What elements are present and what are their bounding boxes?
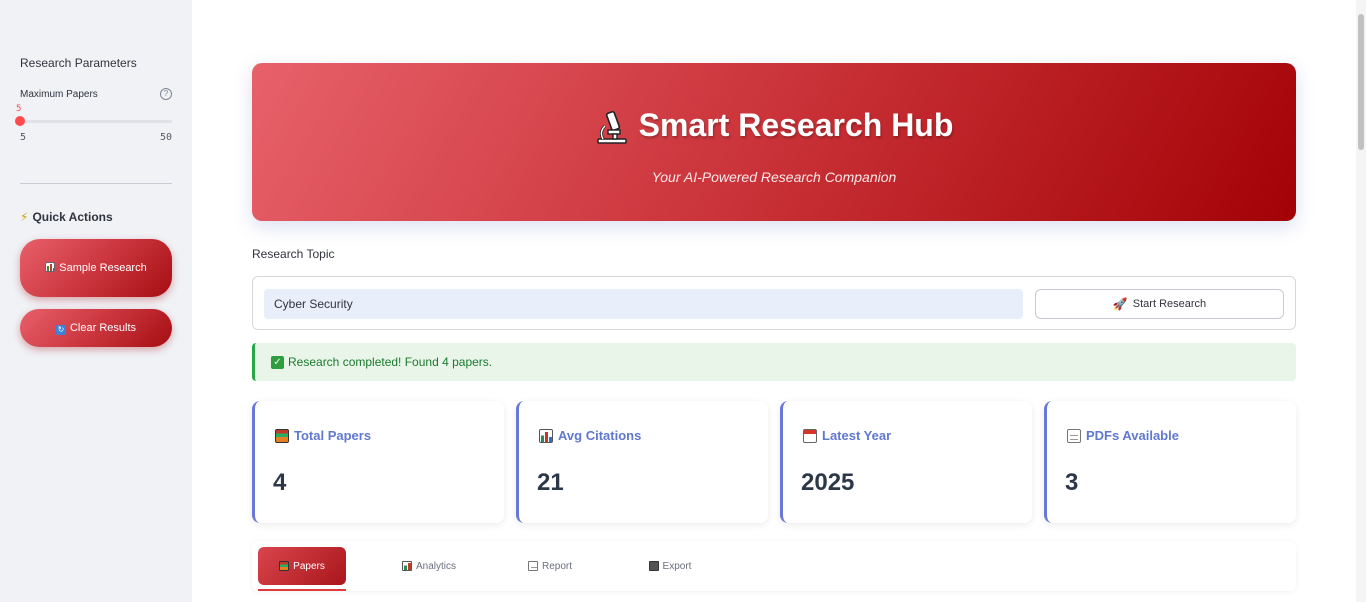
bar-chart-icon bbox=[45, 262, 56, 272]
tab-label: Export bbox=[662, 560, 692, 572]
start-research-label: Start Research bbox=[1132, 298, 1207, 310]
refresh-icon: ↻ bbox=[55, 325, 66, 335]
metric-title: Total Papers bbox=[294, 428, 372, 443]
success-alert: ✓ Research completed! Found 4 papers. bbox=[252, 343, 1296, 381]
slider-max-value: 50 bbox=[160, 132, 173, 143]
metric-card-pdfs-available: PDFs Available 3 bbox=[1044, 401, 1296, 523]
hero-subtitle: Your AI-Powered Research Companion bbox=[651, 169, 897, 185]
metric-title: Avg Citations bbox=[558, 428, 642, 443]
slider-track[interactable] bbox=[20, 120, 172, 123]
rocket-icon: 🚀 bbox=[1112, 297, 1128, 311]
bar-chart-icon bbox=[539, 428, 553, 443]
metric-card-avg-citations: Avg Citations 21 bbox=[516, 401, 768, 523]
tabs-bar: Papers Analytics Report Export bbox=[252, 541, 1296, 591]
metric-title: PDFs Available bbox=[1086, 428, 1179, 443]
metric-card-total-papers: Total Papers 4 bbox=[252, 401, 504, 523]
tab-papers[interactable]: Papers bbox=[258, 547, 346, 585]
metric-value: 2025 bbox=[801, 469, 855, 496]
calendar-icon bbox=[803, 428, 817, 443]
page-scrollbar[interactable] bbox=[1356, 0, 1366, 602]
metric-title: Latest Year bbox=[822, 428, 892, 443]
books-icon bbox=[279, 561, 290, 571]
clear-results-label: Clear Results bbox=[69, 322, 137, 334]
memo-icon bbox=[527, 561, 538, 571]
sample-research-button[interactable]: Sample Research bbox=[20, 239, 172, 297]
scrollbar-thumb[interactable] bbox=[1358, 14, 1364, 150]
tab-report[interactable]: Report bbox=[514, 547, 586, 585]
floppy-disk-icon bbox=[648, 561, 659, 571]
tab-label: Report bbox=[541, 560, 572, 572]
bar-chart-icon bbox=[401, 561, 412, 571]
tab-label: Analytics bbox=[415, 560, 456, 572]
parameters-title: Research Parameters bbox=[20, 56, 137, 70]
hero-banner: Smart Research Hub Your AI-Powered Resea… bbox=[252, 63, 1296, 221]
research-form: 🚀 Start Research bbox=[252, 276, 1296, 330]
success-message: Research completed! Found 4 papers. bbox=[288, 355, 493, 369]
tab-export[interactable]: Export bbox=[634, 547, 706, 585]
sidebar: Research Parameters Maximum Papers ? 5 5… bbox=[0, 0, 192, 602]
start-research-button[interactable]: 🚀 Start Research bbox=[1035, 289, 1284, 319]
slider-min-value: 5 bbox=[20, 132, 27, 143]
books-icon bbox=[275, 428, 289, 443]
slider-thumb[interactable] bbox=[15, 116, 25, 126]
research-topic-label: Research Topic bbox=[252, 247, 335, 261]
hero-title-row: Smart Research Hub bbox=[252, 107, 1296, 144]
hero-title: Smart Research Hub bbox=[638, 107, 954, 143]
sidebar-divider bbox=[20, 183, 172, 184]
help-circle-icon[interactable]: ? bbox=[160, 88, 172, 100]
metric-value: 4 bbox=[273, 469, 287, 496]
tab-label: Papers bbox=[293, 560, 325, 572]
slider-current-value: 5 bbox=[16, 104, 22, 114]
quick-actions-label: Quick Actions bbox=[32, 210, 113, 224]
clear-results-button[interactable]: ↻ Clear Results bbox=[20, 309, 172, 347]
microscope-icon bbox=[596, 110, 627, 144]
lightning-icon: ⚡ bbox=[20, 210, 29, 224]
check-mark-icon: ✓ bbox=[271, 355, 284, 369]
active-tab-indicator bbox=[258, 589, 346, 591]
metric-value: 21 bbox=[537, 469, 564, 496]
quick-actions-title: ⚡ Quick Actions bbox=[20, 210, 113, 224]
sample-research-label: Sample Research bbox=[59, 262, 147, 274]
research-topic-input[interactable] bbox=[264, 289, 1023, 319]
tab-analytics[interactable]: Analytics bbox=[384, 547, 474, 585]
metric-value: 3 bbox=[1065, 469, 1079, 496]
slider-label: Maximum Papers bbox=[20, 89, 98, 100]
page-icon bbox=[1067, 428, 1081, 443]
metric-card-latest-year: Latest Year 2025 bbox=[780, 401, 1032, 523]
